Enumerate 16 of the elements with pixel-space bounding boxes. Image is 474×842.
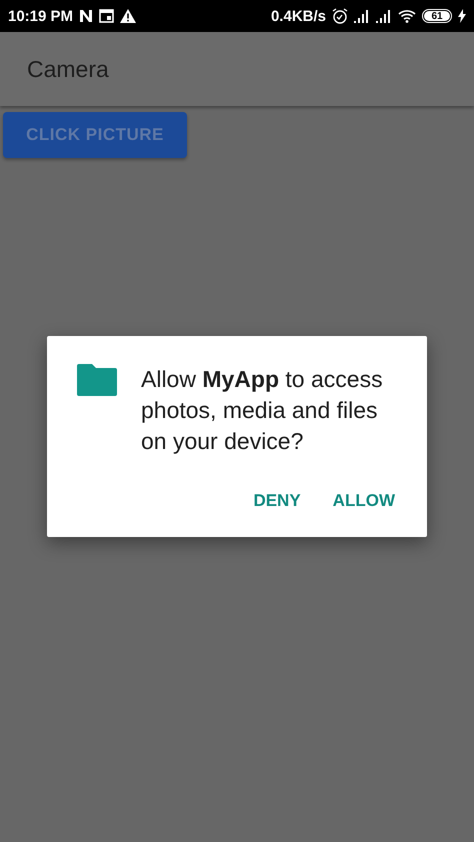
signal-icon [354,10,370,22]
permission-message: Allow MyApp to access photos, media and files on your device? [141,364,384,456]
allow-button[interactable]: ALLOW [324,484,403,516]
signal-icon [376,10,392,22]
warning-icon [120,9,136,23]
charging-icon [458,9,466,23]
folder-icon [77,364,117,396]
notification-icon [79,9,94,23]
network-speed: 0.4KB/s [270,8,326,24]
battery-indicator: 61 [422,9,452,23]
deny-button[interactable]: DENY [245,484,309,516]
clock: 10:19 PM [8,8,74,24]
app-title: Camera [27,56,109,82]
calendar-icon [99,9,114,23]
wifi-icon [398,9,416,23]
alarm-icon [332,8,348,24]
